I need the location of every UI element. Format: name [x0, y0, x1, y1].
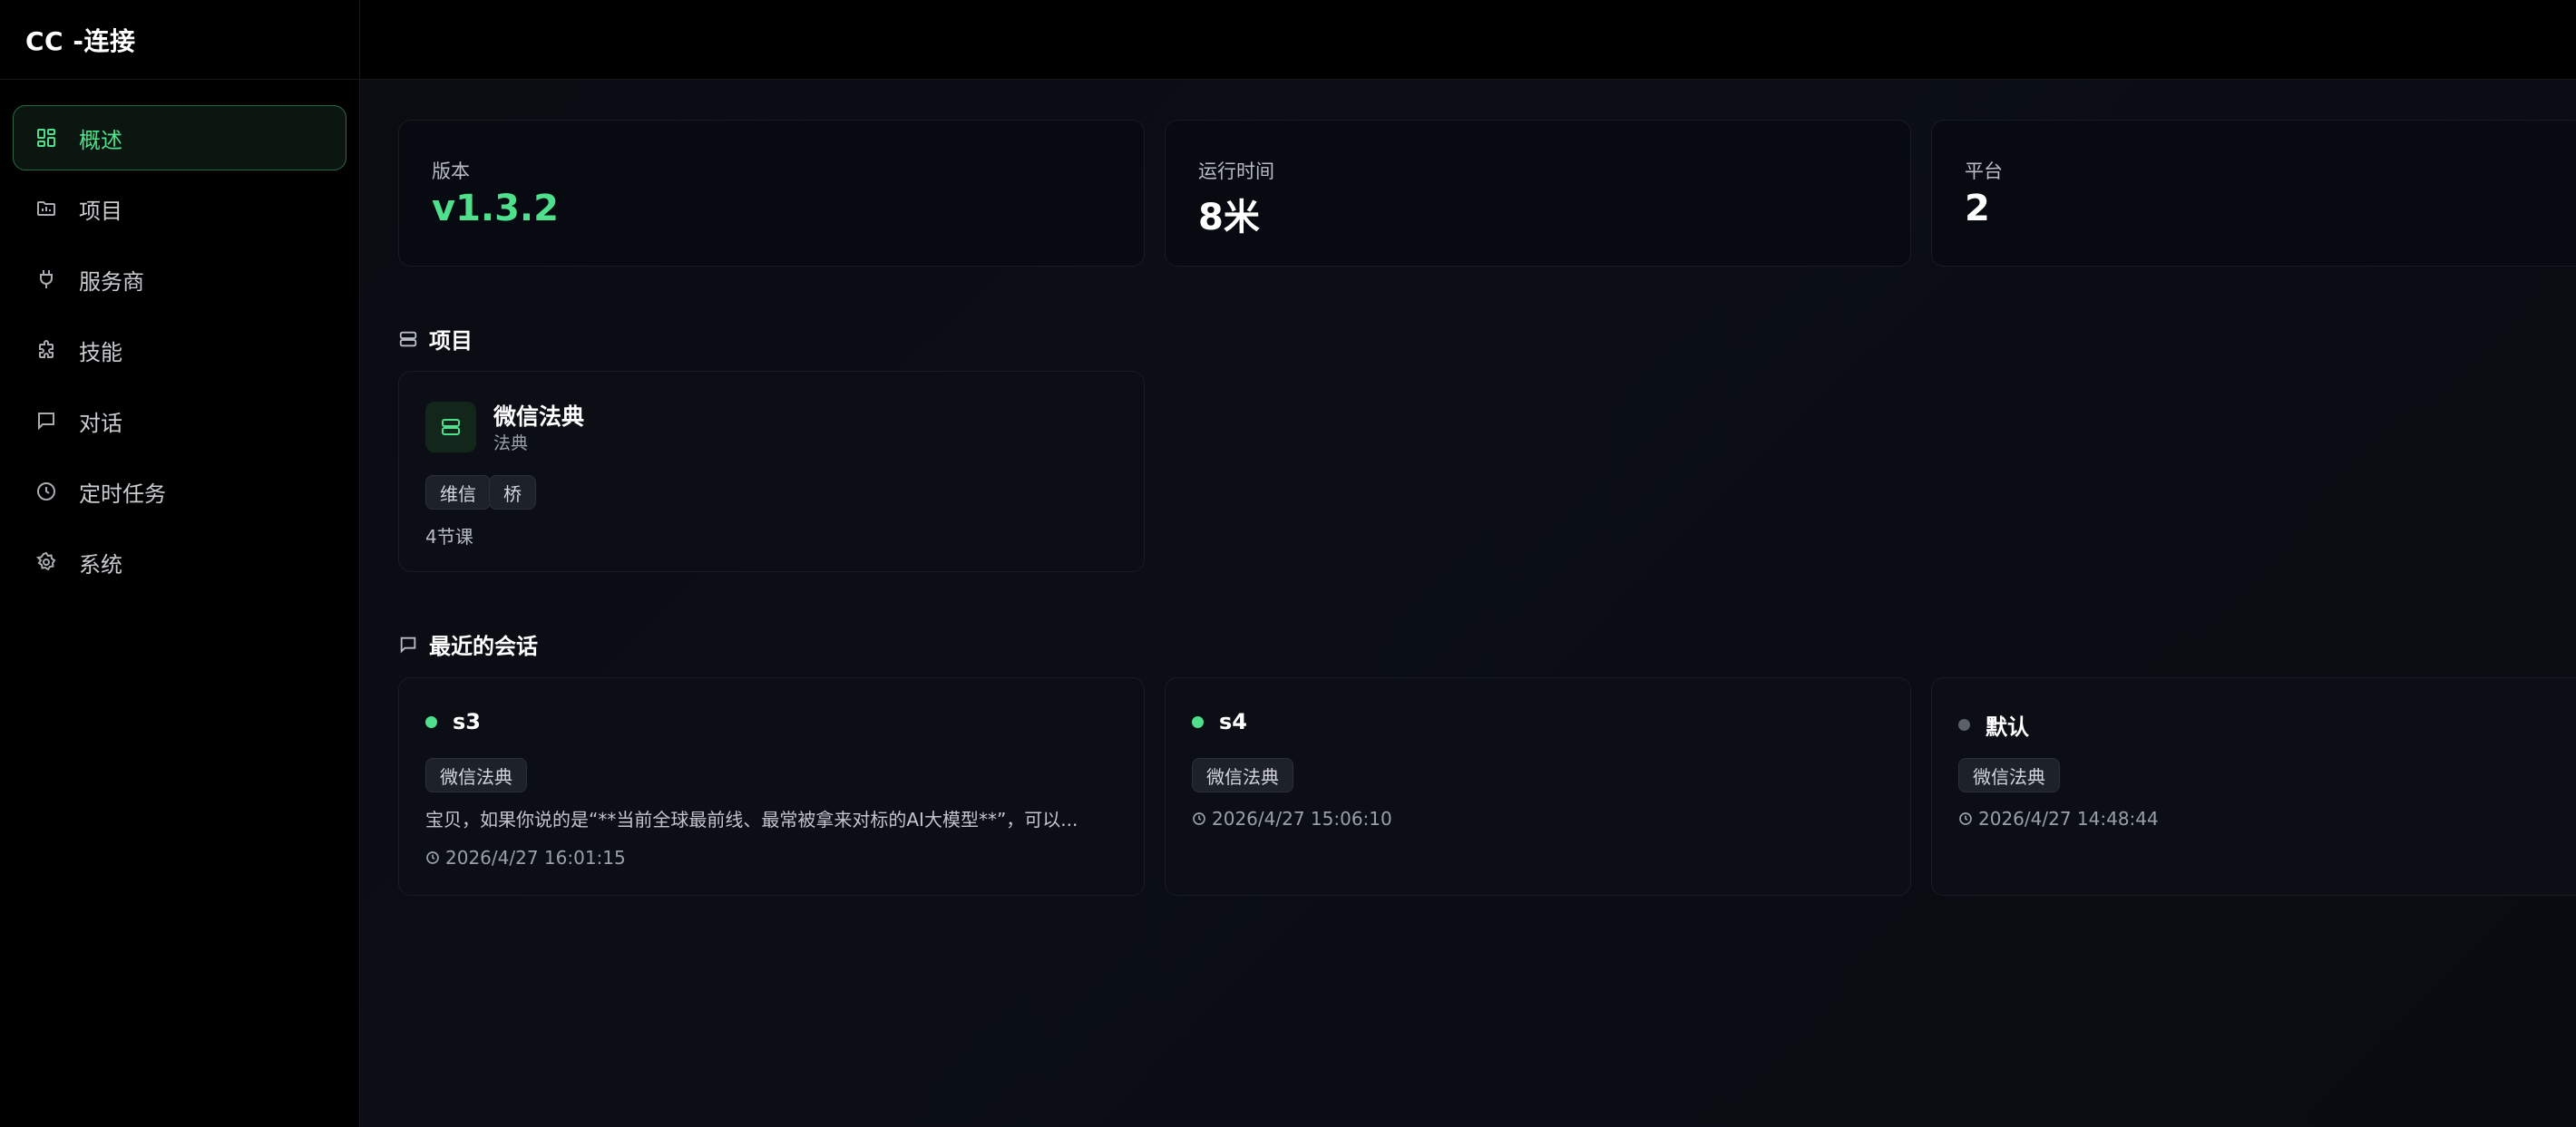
- session-name: 默认: [1986, 714, 2029, 740]
- clock-icon: [1958, 811, 1973, 826]
- stat-card-platform: 平台 2: [1931, 120, 2576, 267]
- message-icon: [398, 635, 418, 655]
- session-name: s3: [453, 709, 481, 734]
- stat-card-version: 版本 v1.3.2: [398, 120, 1145, 267]
- sidebar-item-label: 技能: [79, 339, 122, 365]
- main-content: 版本 v1.3.2 运行时间 8米 平台 2 项目 微信法典 法典 维信 桥 4…: [360, 80, 2576, 1127]
- server-icon: [398, 329, 418, 349]
- sidebar-item-scheduled-tasks[interactable]: 定时任务: [13, 459, 346, 524]
- session-card[interactable]: 默认 微信法典 2026/4/27 14:48:44: [1931, 677, 2576, 896]
- session-preview: 宝贝，如果你说的是“**当前全球最前线、最常被拿来对标的AI大模型**”，可以.…: [425, 809, 1078, 831]
- stat-value: 8米: [1198, 197, 1260, 238]
- top-bar: [360, 0, 2576, 80]
- status-dot: [1192, 715, 1204, 728]
- stat-label: 平台: [1965, 160, 2003, 182]
- sidebar-item-label: 系统: [79, 551, 122, 578]
- stat-value: v1.3.2: [432, 188, 559, 229]
- sidebar: CC -连接 概述 项目 服务商 技能 对话 定时任务 系统: [0, 0, 360, 1127]
- sidebar-item-overview[interactable]: 概述: [13, 105, 346, 170]
- session-timestamp: 2026/4/27 16:01:15: [425, 847, 626, 869]
- sidebar-item-system[interactable]: 系统: [13, 529, 346, 595]
- sidebar-item-chat[interactable]: 对话: [13, 388, 346, 453]
- sidebar-item-projects[interactable]: 项目: [13, 176, 346, 241]
- sidebar-nav: 概述 项目 服务商 技能 对话 定时任务 系统: [0, 80, 359, 595]
- session-header: 默认: [1958, 709, 2029, 741]
- project-name: 微信法典: [493, 403, 585, 430]
- sidebar-item-providers[interactable]: 服务商: [13, 247, 346, 312]
- project-tag: 桥: [489, 475, 536, 510]
- message-icon: [34, 408, 59, 433]
- gear-icon: [34, 549, 59, 575]
- sidebar-item-label: 项目: [79, 198, 122, 224]
- sessions-section-title: 最近的会话: [398, 628, 538, 660]
- project-subtitle: 法典: [493, 433, 529, 453]
- stat-label: 运行时间: [1198, 160, 1274, 182]
- session-header: s4: [1192, 709, 1247, 734]
- clock-icon: [1192, 811, 1206, 826]
- plug-icon: [34, 267, 59, 292]
- sidebar-item-label: 服务商: [79, 268, 144, 295]
- clock-icon: [425, 850, 440, 865]
- session-card[interactable]: s4 微信法典 2026/4/27 15:06:10: [1165, 677, 1911, 896]
- project-icon: [425, 402, 476, 452]
- session-timestamp: 2026/4/27 14:48:44: [1958, 808, 2159, 830]
- session-timestamp: 2026/4/27 15:06:10: [1192, 808, 1392, 830]
- project-card[interactable]: 微信法典 法典 维信 桥 4节课: [398, 371, 1145, 572]
- app-window: CC -连接 概述 项目 服务商 技能 对话 定时任务 系统 版本 v1.3.2…: [0, 0, 2576, 1127]
- session-header: s3: [425, 709, 481, 734]
- status-dot: [1958, 719, 1970, 731]
- session-project-tag: 微信法典: [1192, 758, 1293, 792]
- stat-value: 2: [1965, 188, 1990, 229]
- projects-section-title: 项目: [398, 323, 473, 355]
- session-card[interactable]: s3 微信法典 宝贝，如果你说的是“**当前全球最前线、最常被拿来对标的AI大模…: [398, 677, 1145, 896]
- sidebar-item-label: 定时任务: [79, 481, 166, 507]
- dashboard-icon: [34, 125, 59, 151]
- project-lessons: 4节课: [425, 526, 473, 548]
- session-project-tag: 微信法典: [1958, 758, 2060, 792]
- sidebar-item-skills[interactable]: 技能: [13, 317, 346, 383]
- stat-label: 版本: [432, 160, 470, 182]
- folder-icon: [34, 196, 59, 221]
- clock-icon: [34, 479, 59, 504]
- sidebar-item-label: 概述: [79, 127, 122, 153]
- project-tag: 维信: [425, 475, 491, 510]
- session-project-tag: 微信法典: [425, 758, 527, 792]
- sidebar-item-label: 对话: [79, 410, 122, 436]
- session-name: s4: [1219, 709, 1247, 734]
- status-dot: [425, 715, 437, 728]
- app-title: CC -连接: [0, 0, 359, 80]
- stat-card-uptime: 运行时间 8米: [1165, 120, 1911, 267]
- puzzle-icon: [34, 337, 59, 363]
